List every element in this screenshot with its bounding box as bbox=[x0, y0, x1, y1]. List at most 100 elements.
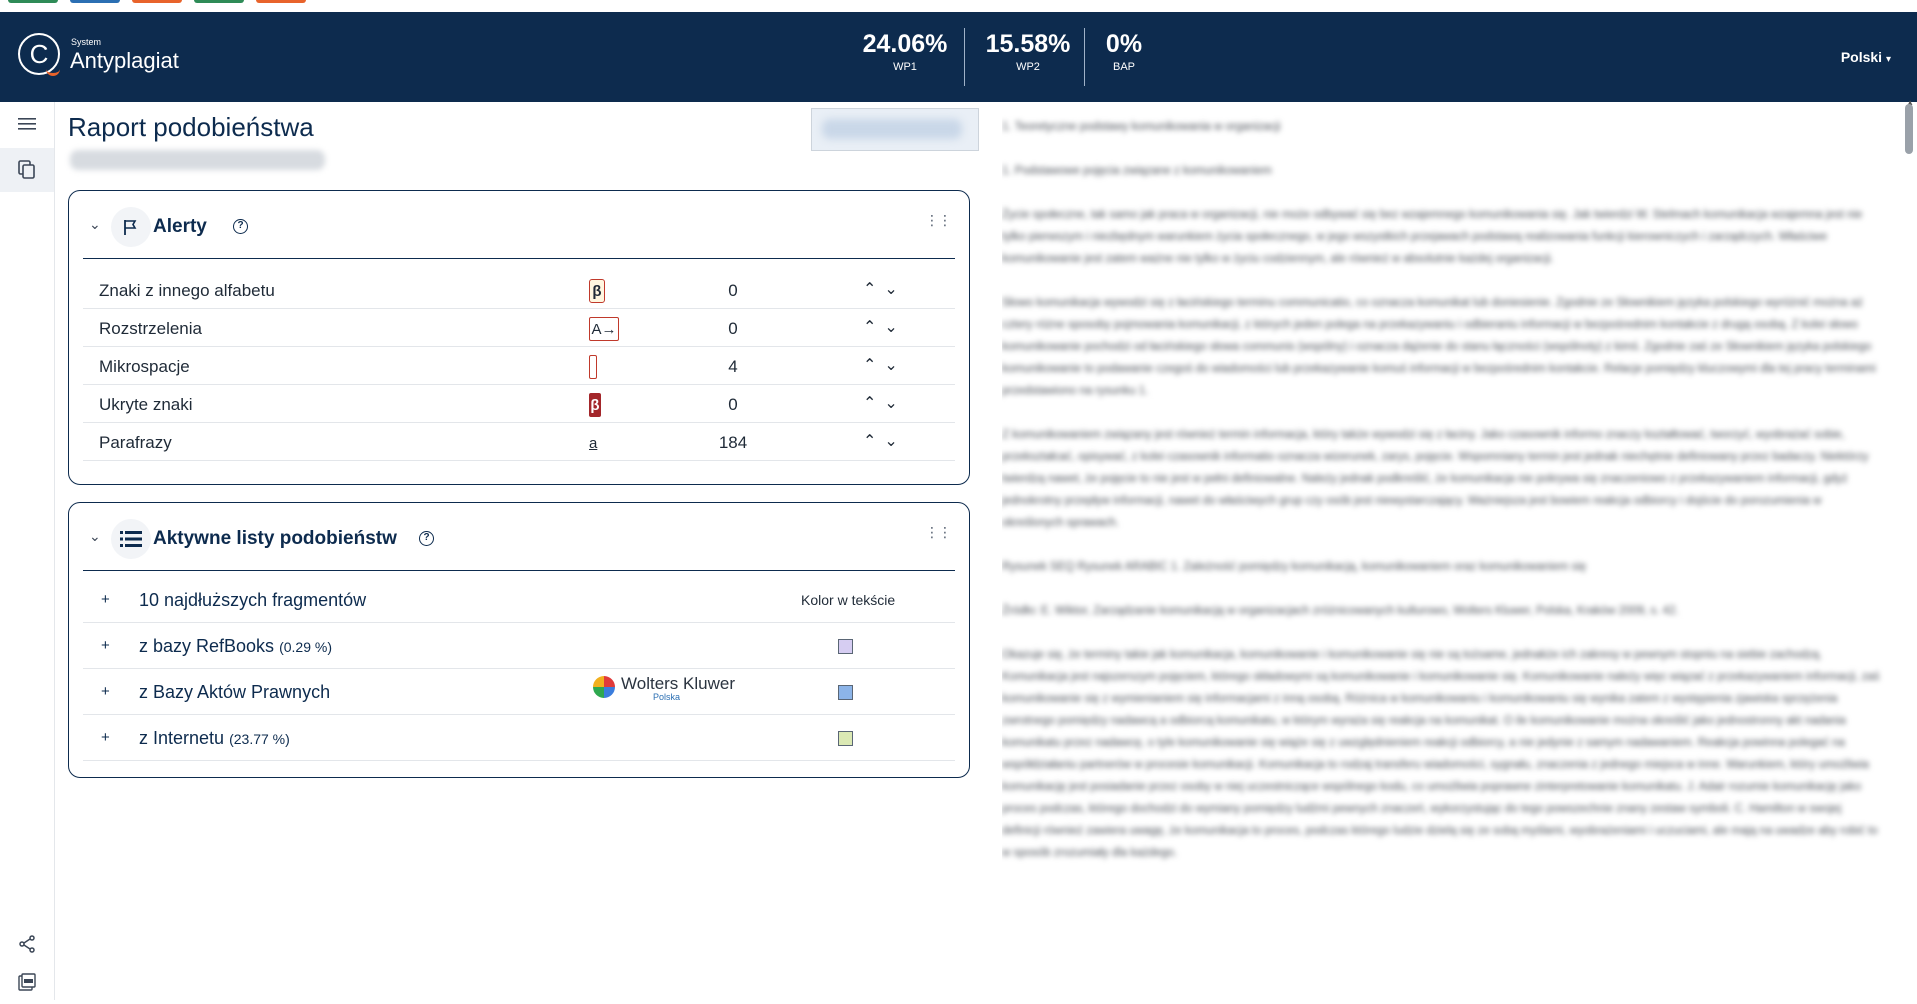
alerts-panel: ⌄ Alerty ? ⋮⋮ Znaki z innego alfabetu β … bbox=[68, 190, 970, 485]
alerts-panel-header: ⌄ Alerty ? ⋮⋮ bbox=[83, 191, 955, 259]
chevron-up-icon[interactable]: ⌃ bbox=[863, 433, 884, 450]
copy-document-icon bbox=[18, 160, 35, 179]
list-item[interactable]: + 10 najdłuższych fragmentów Kolor w tek… bbox=[83, 577, 955, 623]
stat-value: 0% bbox=[1105, 30, 1143, 58]
expand-plus-icon[interactable]: + bbox=[101, 591, 110, 608]
chevron-up-icon[interactable]: ⌃ bbox=[863, 319, 884, 336]
hamburger-icon bbox=[18, 118, 36, 130]
alert-count: 0 bbox=[728, 319, 738, 338]
stat-label: BAP bbox=[1112, 61, 1135, 73]
left-sidebar bbox=[0, 102, 55, 1000]
chevron-down-icon[interactable]: ⌄ bbox=[89, 528, 101, 545]
lists-panel-header: ⌄ Aktywne listy podobieństw ? ⋮⋮ bbox=[83, 503, 955, 571]
document-viewer[interactable]: 1. Teoretyczne podstawy komunikowania w … bbox=[1002, 102, 1892, 1000]
navigate-arrows[interactable]: ⌃⌄ bbox=[863, 317, 906, 337]
expand-plus-icon[interactable]: + bbox=[101, 637, 110, 654]
chevron-up-icon[interactable]: ⌃ bbox=[863, 357, 884, 374]
chevron-up-icon[interactable]: ⌃ bbox=[863, 281, 884, 298]
alert-name: Ukryte znaki bbox=[99, 395, 193, 414]
logo-small-text: System bbox=[71, 37, 102, 47]
alien-alphabet-icon[interactable]: β bbox=[589, 279, 605, 303]
alert-name: Znaki z innego alfabetu bbox=[99, 281, 275, 300]
document-text: 1. Teoretyczne podstawy komunikowania w … bbox=[1002, 102, 1882, 886]
menu-button[interactable] bbox=[0, 102, 54, 146]
report-nav-button[interactable] bbox=[0, 148, 54, 192]
expand-plus-icon[interactable]: + bbox=[101, 729, 110, 746]
color-column-header: Kolor w tekście bbox=[801, 592, 896, 608]
doc-paragraph: Życie społeczne, tak samo jak praca w or… bbox=[1002, 209, 1863, 265]
navigate-arrows[interactable]: ⌃⌄ bbox=[863, 431, 906, 451]
chevron-down-icon[interactable]: ⌄ bbox=[884, 281, 905, 298]
lists-title: Aktywne listy podobieństw bbox=[153, 528, 397, 549]
color-swatch[interactable] bbox=[838, 685, 853, 700]
chevron-down-icon[interactable]: ⌄ bbox=[89, 216, 101, 233]
alert-row: Rozstrzelenia A→ 0 ⌃⌄ bbox=[83, 309, 955, 347]
color-swatch[interactable] bbox=[838, 731, 853, 746]
letter-spacing-icon[interactable]: A→ bbox=[589, 317, 619, 341]
page-title: Raport podobieństwa bbox=[68, 112, 314, 142]
document-scrollbar[interactable] bbox=[1905, 104, 1913, 154]
list-item-name: z bazy RefBooks (0.29 %) bbox=[139, 636, 332, 656]
list-item-name: z Bazy Aktów Prawnych bbox=[139, 682, 331, 702]
tab-marker[interactable] bbox=[8, 0, 58, 3]
stat-wp1: 24.06% WP1 bbox=[845, 30, 965, 73]
chevron-up-icon[interactable]: ⌃ bbox=[863, 395, 884, 412]
chevron-down-icon[interactable]: ⌄ bbox=[884, 433, 905, 450]
alert-count: 184 bbox=[718, 433, 748, 452]
wolters-kluwer-logo: Wolters Kluwer Polska bbox=[593, 675, 735, 702]
navigate-arrows[interactable]: ⌃⌄ bbox=[863, 279, 906, 299]
drag-handle-icon[interactable]: ⋮⋮ bbox=[925, 213, 952, 227]
doc-source: Źródło: E. Wiktor, Zarządzanie komunikac… bbox=[1002, 600, 1882, 622]
list-item[interactable]: + z Bazy Aktów Prawnych Wolters Kluwer P… bbox=[83, 669, 955, 715]
doc-heading: 1. Teoretyczne podstawy komunikowania w … bbox=[1002, 121, 1281, 133]
help-icon[interactable]: ? bbox=[233, 219, 248, 234]
logo-text[interactable]: Antyplagiat bbox=[70, 48, 179, 74]
alert-count: 0 bbox=[728, 281, 738, 300]
alert-name: Rozstrzelenia bbox=[99, 319, 202, 338]
language-selector[interactable]: Polski ▾ bbox=[1841, 49, 1891, 65]
divider bbox=[964, 28, 965, 86]
stat-label: WP1 bbox=[893, 61, 917, 73]
color-swatch[interactable] bbox=[838, 639, 853, 654]
paraphrase-icon[interactable]: a bbox=[589, 431, 597, 455]
list-item-name: 10 najdłuższych fragmentów bbox=[139, 590, 367, 610]
hidden-chars-icon[interactable]: β bbox=[589, 393, 601, 417]
chevron-down-icon[interactable]: ⌄ bbox=[884, 357, 905, 374]
doc-paragraph: Z komunikowaniem związany jest również t… bbox=[1002, 429, 1869, 529]
share-icon bbox=[19, 935, 35, 953]
logo-name: Wolters Kluwer bbox=[621, 674, 735, 693]
alert-row: Ukryte znaki β 0 ⌃⌄ bbox=[83, 385, 955, 423]
tab-marker[interactable] bbox=[194, 0, 244, 3]
doc-caption: Rysunek SEQ Rysunek ARABIC 1. Zależność … bbox=[1002, 561, 1587, 573]
similarity-lists-panel: ⌄ Aktywne listy podobieństw ? ⋮⋮ + 10 na… bbox=[68, 502, 970, 778]
tab-marker[interactable] bbox=[256, 0, 306, 3]
microspace-icon[interactable] bbox=[589, 355, 597, 379]
tab-marker[interactable] bbox=[132, 0, 182, 3]
tab-marker[interactable] bbox=[70, 0, 120, 3]
list-icon bbox=[111, 519, 151, 559]
chevron-down-icon[interactable]: ⌄ bbox=[884, 319, 905, 336]
doc-paragraph: Okazuje się, że terminy takie jak komuni… bbox=[1002, 649, 1880, 859]
alert-name: Mikrospacje bbox=[99, 357, 190, 376]
chevron-down-icon[interactable]: ⌄ bbox=[884, 395, 905, 412]
redacted-box[interactable] bbox=[811, 108, 979, 151]
list-item[interactable]: + z Internetu (23.77 %) bbox=[83, 715, 955, 761]
report-subtitle-redacted bbox=[70, 150, 325, 170]
alert-count: 4 bbox=[728, 357, 738, 376]
logo-accent bbox=[46, 68, 60, 76]
list-item[interactable]: + z bazy RefBooks (0.29 %) bbox=[83, 623, 955, 669]
help-icon[interactable]: ? bbox=[419, 531, 434, 546]
alert-row: Parafrazy a 184 ⌃⌄ bbox=[83, 423, 955, 461]
caret-down-icon: ▾ bbox=[1885, 54, 1891, 65]
top-header: C System Antyplagiat 24.06% WP1 15.58% W… bbox=[0, 12, 1917, 102]
drag-handle-icon[interactable]: ⋮⋮ bbox=[925, 525, 952, 539]
navigate-arrows[interactable]: ⌃⌄ bbox=[863, 355, 906, 375]
expand-plus-icon[interactable]: + bbox=[101, 683, 110, 700]
alert-row: Mikrospacje 4 ⌃⌄ bbox=[83, 347, 955, 385]
navigate-arrows[interactable]: ⌃⌄ bbox=[863, 393, 906, 413]
pdf-export-button[interactable] bbox=[0, 960, 54, 1004]
stat-bap: 0% BAP bbox=[1064, 30, 1184, 73]
alerts-title: Alerty bbox=[153, 216, 207, 237]
alert-name: Parafrazy bbox=[99, 433, 172, 452]
doc-subheading: 1. Podstawowe pojęcia związane z komunik… bbox=[1002, 165, 1272, 177]
